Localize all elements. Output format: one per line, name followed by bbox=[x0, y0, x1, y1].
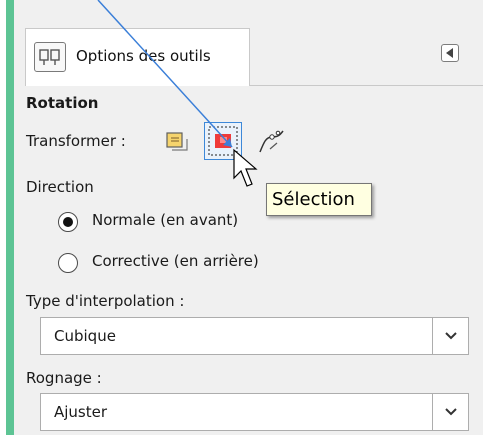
screenshot-root: Options des outils Rotation Transformer … bbox=[0, 0, 483, 435]
annotation-overlay bbox=[97, 0, 258, 187]
selection-tooltip: Sélection bbox=[266, 183, 372, 216]
tooltip-text: Sélection bbox=[272, 189, 355, 210]
annotation-arrow bbox=[97, 0, 233, 148]
mouse-pointer-icon bbox=[233, 148, 258, 187]
